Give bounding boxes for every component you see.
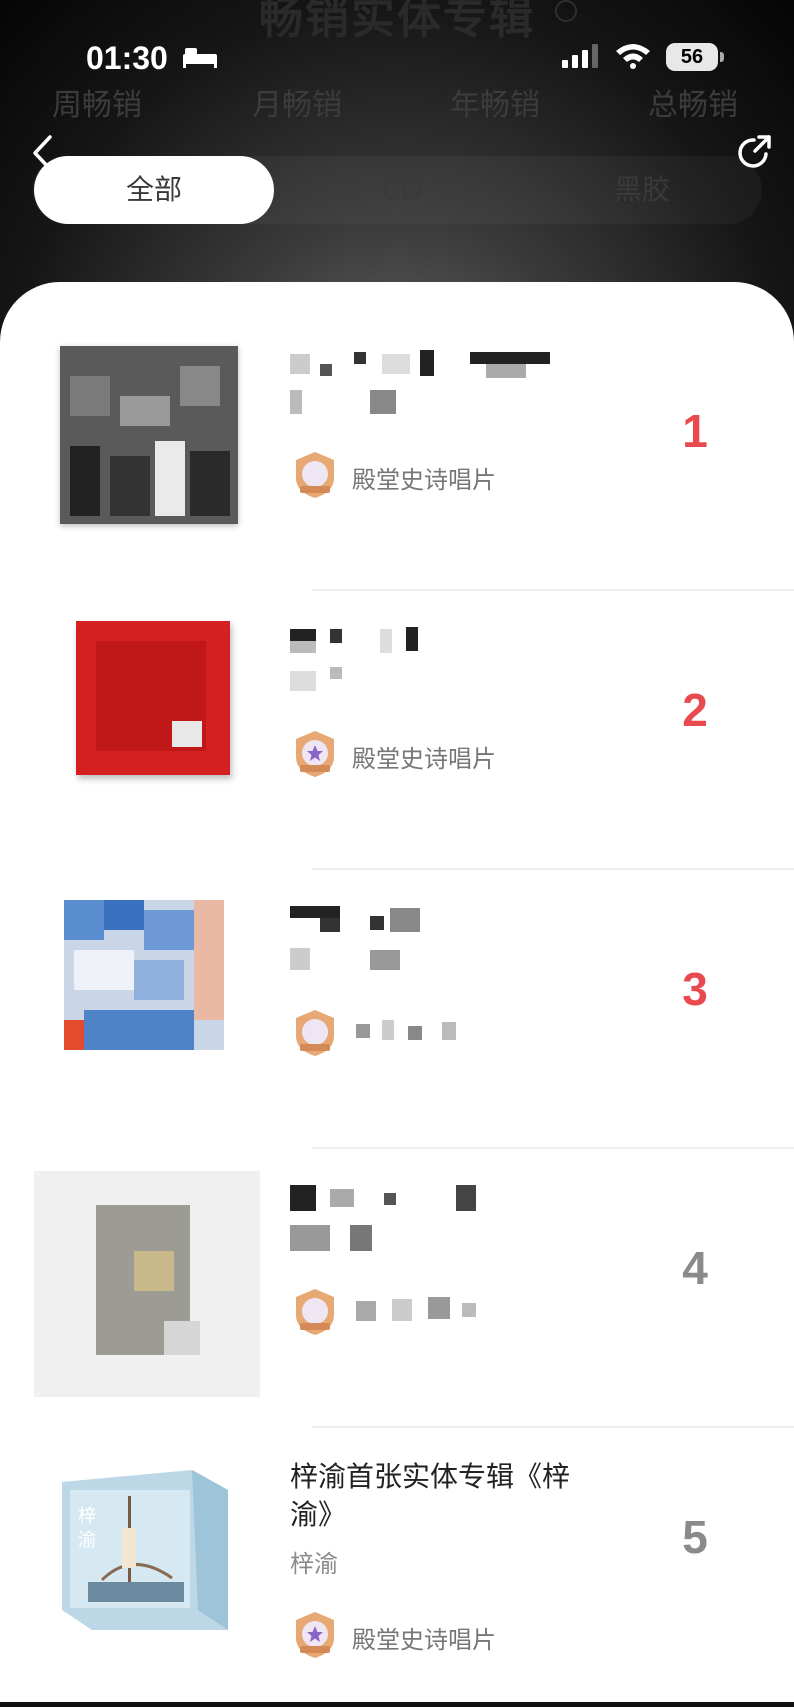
rank-number: 5 <box>682 1511 708 1563</box>
list-item[interactable]: 梓 渝 梓渝首张实体专辑《梓渝》 梓渝 殿堂史诗唱片 5 <box>0 1428 794 1707</box>
list-item[interactable]: 3 <box>0 870 794 1149</box>
album-cover <box>64 900 224 1050</box>
rank-number: 3 <box>682 963 708 1015</box>
album-title-redacted <box>290 1185 610 1255</box>
rank-number: 1 <box>682 405 708 457</box>
status-bar: 01:30 56 <box>0 30 794 86</box>
album-cover <box>76 621 230 775</box>
album-title-redacted <box>290 627 610 697</box>
hall-of-fame-badge-icon <box>296 1612 334 1658</box>
album-cover <box>34 1171 260 1397</box>
list-item[interactable]: 殿堂史诗唱片 1 <box>0 312 794 591</box>
cellular-signal-icon <box>562 44 598 68</box>
tab-all-time[interactable]: 总畅销 <box>648 80 738 124</box>
tab-format-all[interactable]: 全部 <box>34 156 274 224</box>
ranking-list-card: 殿堂史诗唱片 1 殿堂史诗唱片 2 3 4 梓 渝 梓渝首张实体专辑《梓渝》 梓… <box>0 282 794 1702</box>
hall-of-fame-badge-icon <box>296 731 334 777</box>
status-time: 01:30 <box>86 40 168 76</box>
info-icon[interactable] <box>555 0 577 22</box>
album-cover: 梓 渝 <box>62 1470 228 1630</box>
album-title: 梓渝首张实体专辑《梓渝》 <box>290 1460 571 1531</box>
tab-format-vinyl[interactable]: 黑胶 <box>522 156 762 224</box>
hall-of-fame-badge-icon <box>296 452 334 498</box>
hall-of-fame-badge-icon <box>296 1010 334 1056</box>
battery-indicator: 56 <box>666 43 718 71</box>
period-tabs: 周畅销 月畅销 年畅销 总畅销 <box>0 80 794 128</box>
format-tabs: 全部 CD 黑胶 <box>32 156 762 224</box>
rank-number: 2 <box>682 684 708 736</box>
tab-weekly[interactable]: 周畅销 <box>52 80 142 124</box>
album-cover <box>60 346 238 524</box>
wifi-icon <box>616 44 650 69</box>
badge-label: 殿堂史诗唱片 <box>352 1626 496 1654</box>
badge-label: 殿堂史诗唱片 <box>352 745 496 773</box>
hall-of-fame-badge-icon <box>296 1289 334 1335</box>
list-item[interactable]: 4 <box>0 1149 794 1428</box>
rank-number: 4 <box>682 1242 708 1294</box>
badge-label-redacted <box>352 1016 472 1046</box>
badge-label-redacted <box>352 1295 492 1325</box>
tab-format-cd[interactable]: CD <box>282 156 522 224</box>
tab-yearly[interactable]: 年畅销 <box>450 80 540 124</box>
list-item[interactable]: 殿堂史诗唱片 2 <box>0 591 794 870</box>
album-title-redacted <box>290 350 610 420</box>
svg-text:梓: 梓 <box>78 1506 96 1527</box>
svg-text:渝: 渝 <box>78 1530 96 1551</box>
sleep-bed-icon <box>183 48 217 68</box>
album-title-redacted <box>290 906 610 976</box>
battery-tip <box>720 52 724 62</box>
album-artist: 梓渝 <box>290 1550 338 1578</box>
badge-label: 殿堂史诗唱片 <box>352 466 496 494</box>
tab-monthly[interactable]: 月畅销 <box>252 80 342 124</box>
